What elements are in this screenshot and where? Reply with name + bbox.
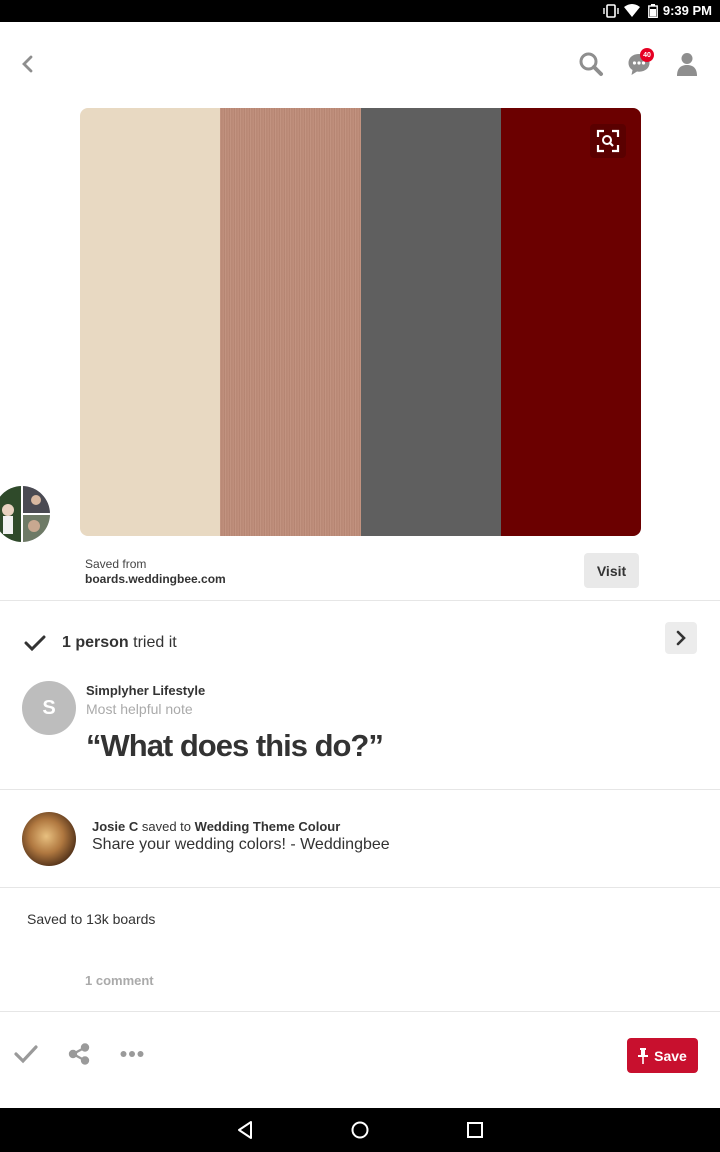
tried-suffix: tried it — [133, 634, 177, 651]
save-button[interactable]: Save — [627, 1038, 698, 1073]
search-icon — [579, 52, 603, 76]
color-swatch-cream — [80, 108, 221, 536]
avatar-photo-collage — [0, 486, 50, 542]
profile-button[interactable] — [673, 50, 701, 78]
visual-search-icon — [596, 129, 620, 153]
nav-back-icon[interactable] — [235, 1120, 255, 1140]
note-author-name[interactable]: Simplyher Lifestyle — [86, 683, 205, 698]
color-swatch-rose-gold — [220, 108, 361, 536]
note-author-avatar[interactable]: S — [22, 681, 76, 735]
board-name[interactable]: Wedding Theme Colour — [195, 819, 341, 834]
clock: 9:39 PM — [662, 3, 712, 18]
saved-to-connector: saved to — [141, 819, 192, 834]
divider — [0, 1011, 720, 1012]
pin-icon — [638, 1047, 649, 1064]
save-label: Save — [654, 1047, 687, 1064]
system-nav-bar — [0, 1108, 720, 1152]
pin-description: Share your wedding colors! - Weddingbee — [92, 836, 390, 853]
source-link[interactable]: boards.weddingbee.com — [85, 572, 226, 586]
comments-link[interactable]: 1 comment — [85, 973, 154, 988]
message-badge: 40 — [640, 48, 654, 62]
tried-it-check-icon[interactable] — [14, 1044, 38, 1064]
color-swatch-grey — [360, 108, 501, 536]
share-icon[interactable] — [67, 1042, 91, 1066]
divider — [0, 887, 720, 888]
note-quote: “What does this do?” — [86, 728, 384, 763]
chevron-right-icon — [676, 630, 686, 646]
pinner-avatar[interactable] — [0, 486, 50, 542]
tried-it-arrow-button[interactable] — [665, 622, 697, 654]
saver-name[interactable]: Josie C — [92, 819, 138, 834]
battery-icon — [648, 4, 658, 18]
divider — [0, 600, 720, 601]
note-subtitle: Most helpful note — [86, 701, 193, 717]
tried-it-summary[interactable]: 1 person tried it — [62, 634, 177, 652]
nav-recents-icon[interactable] — [466, 1121, 484, 1139]
color-swatch-burgundy — [500, 108, 641, 536]
saver-avatar[interactable] — [22, 812, 76, 866]
status-bar: 9:39 PM — [0, 0, 720, 22]
back-button[interactable] — [14, 50, 42, 78]
visual-search-button[interactable] — [590, 124, 626, 158]
back-icon — [22, 55, 33, 73]
wifi-icon — [624, 4, 640, 17]
saved-by-line: Josie C saved to Wedding Theme Colour — [92, 819, 340, 834]
divider — [0, 789, 720, 790]
check-icon — [24, 635, 46, 652]
pin-image[interactable] — [80, 108, 641, 536]
profile-icon — [677, 53, 697, 76]
search-button[interactable] — [577, 50, 605, 78]
nav-home-icon[interactable] — [350, 1120, 370, 1140]
saved-count[interactable]: Saved to 13k boards — [27, 911, 155, 927]
saved-from-label: Saved from — [85, 557, 147, 571]
more-icon[interactable] — [120, 1050, 144, 1058]
tried-count: 1 person — [62, 634, 129, 651]
vibrate-icon — [603, 4, 619, 18]
visit-button[interactable]: Visit — [584, 553, 639, 588]
